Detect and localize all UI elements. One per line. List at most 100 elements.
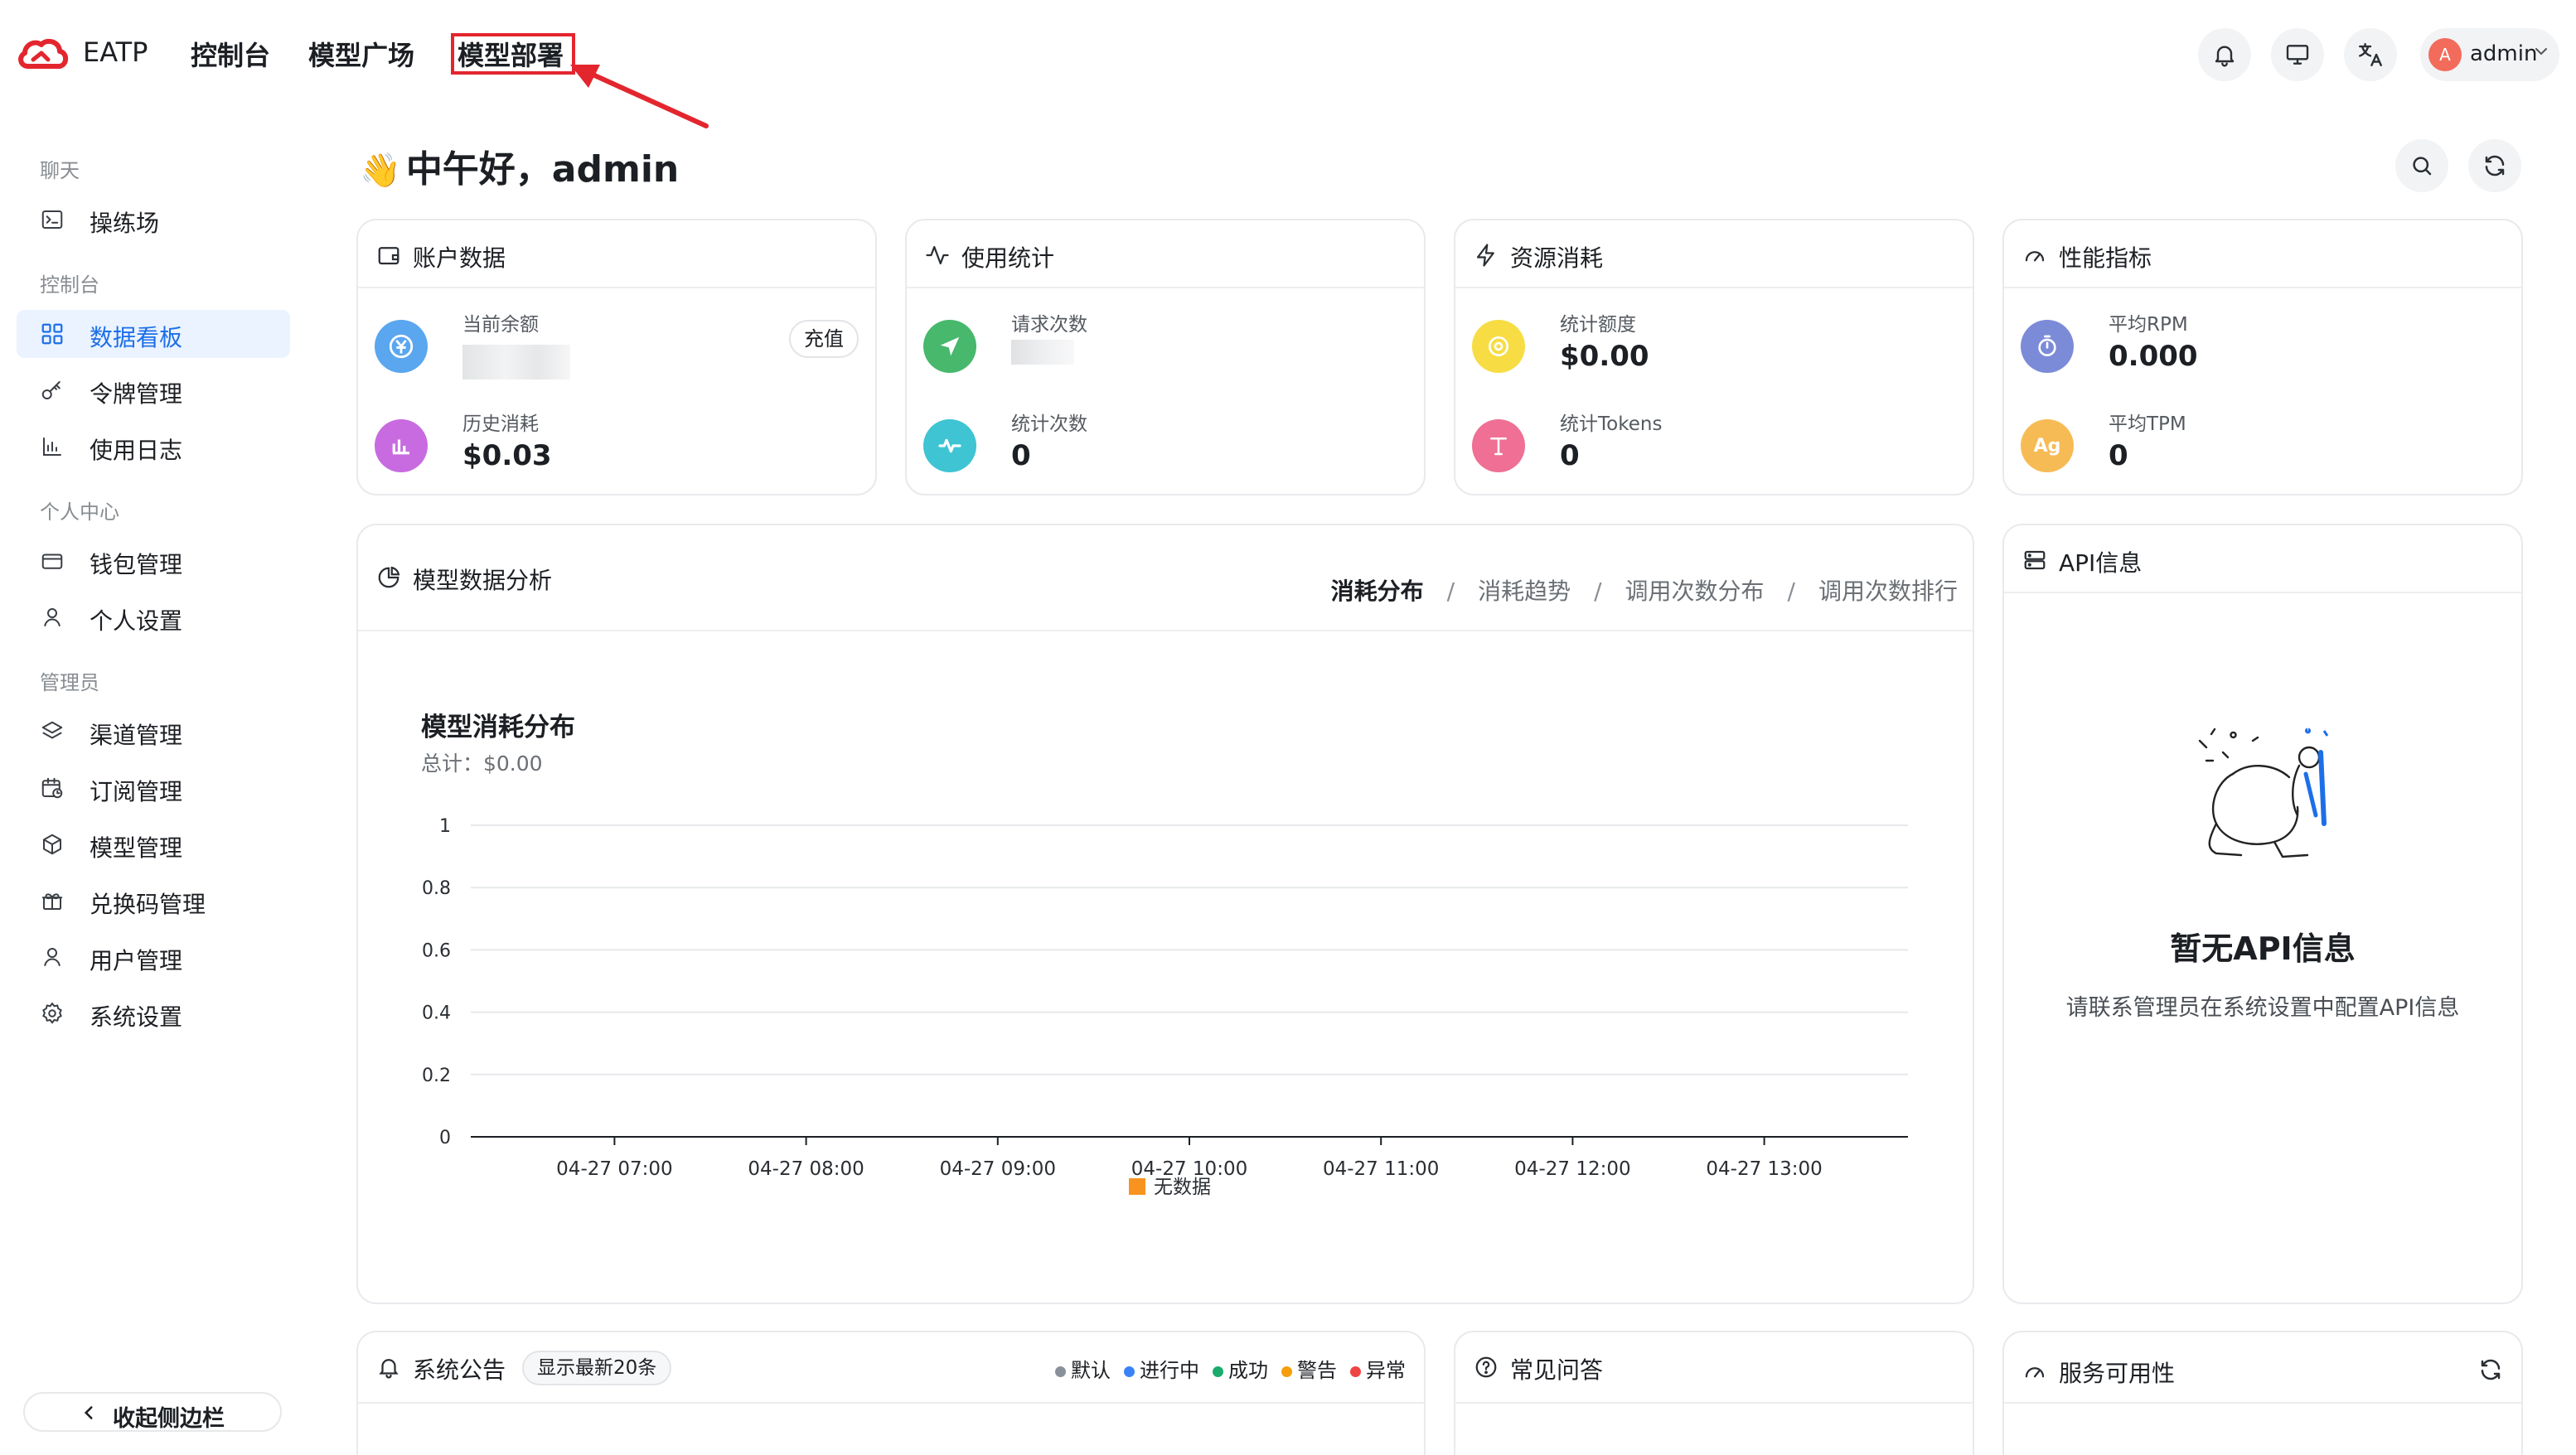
notification-button[interactable] xyxy=(2198,28,2251,81)
translate-icon xyxy=(2359,43,2382,66)
legend-swatch xyxy=(1129,1178,1145,1195)
chart-bar-icon xyxy=(375,419,428,472)
tokens-label: 统计Tokens xyxy=(1560,413,1663,435)
page-title: 👋 中午好，admin xyxy=(360,139,679,192)
sidebar-item-label: 兑换码管理 xyxy=(90,891,206,918)
tokens-value: 0 xyxy=(1560,439,1580,472)
model-analysis-card: 模型数据分析 消耗分布 / 消耗趋势 / 调用次数分布 / 调用次数排行 模型消耗分布 总计… xyxy=(356,524,1974,1304)
search-button[interactable] xyxy=(2395,139,2448,192)
brand-name[interactable]: EATP xyxy=(83,36,148,68)
sidebar-item-label: 系统设置 xyxy=(90,1003,183,1031)
cloud-logo-icon[interactable] xyxy=(15,35,70,71)
sidebar-item-label: 用户管理 xyxy=(90,947,183,974)
api-info-card: API信息 暂无API信息 请联系管理员在系统设置中配置API信息 xyxy=(2002,524,2523,1304)
annotation-arrow-icon xyxy=(570,65,709,128)
chevron-down-icon xyxy=(2535,48,2547,56)
sidebar-item-redeem-codes[interactable]: 兑换码管理 xyxy=(17,877,290,925)
sidebar-item-label: 操练场 xyxy=(90,210,160,237)
refresh-button[interactable] xyxy=(2468,139,2521,192)
language-button[interactable] xyxy=(2344,28,2397,81)
card-title: 服务可用性 xyxy=(2059,1360,2176,1387)
annotation-highlight-box xyxy=(451,33,575,75)
yuan-coin-icon xyxy=(375,320,428,373)
x-tick-label: 04-27 12:00 xyxy=(1514,1158,1630,1180)
announcements-card: 系统公告 显示最新20条 默认 进行中 成功 警告 异常 xyxy=(356,1331,1426,1455)
sidebar-item-wallet[interactable]: 钱包管理 xyxy=(17,537,290,585)
quota-value: $0.00 xyxy=(1560,340,1649,373)
collapse-sidebar-label: 收起侧边栏 xyxy=(113,1406,225,1432)
sidebar: 聊天 操练场 控制台 数据看板 令牌管理 使用日志 个人中心 钱包管理 个人设置… xyxy=(0,108,307,1455)
empty-illustration-icon xyxy=(2198,728,2329,858)
legend-error: 异常 xyxy=(1350,1354,1406,1383)
card-header: 资源消耗 xyxy=(1455,220,1973,288)
sidebar-item-label: 数据看板 xyxy=(90,324,183,351)
layers-icon xyxy=(41,721,63,739)
nav-console[interactable]: 控制台 xyxy=(191,35,270,73)
x-tick-label: 04-27 09:00 xyxy=(940,1158,1056,1180)
sidebar-group-chat: 聊天 xyxy=(40,159,80,182)
gauge-icon xyxy=(2025,1367,2045,1378)
card-header: 系统公告 显示最新20条 默认 进行中 成功 警告 异常 xyxy=(358,1332,1424,1404)
history-label: 历史消耗 xyxy=(462,413,539,435)
legend-warning: 警告 xyxy=(1281,1354,1337,1383)
wallet-icon xyxy=(378,247,399,265)
latest-20-tag[interactable]: 显示最新20条 xyxy=(522,1351,672,1385)
refresh-icon[interactable] xyxy=(2478,1357,2503,1382)
card-title: 系统公告 xyxy=(413,1356,506,1384)
wallet-icon xyxy=(41,553,63,569)
faq-card: 常见问答 xyxy=(1454,1331,1974,1455)
resource-card: 资源消耗 统计额度 $0.00 统计Tokens 0 xyxy=(1454,219,1974,495)
user-menu[interactable]: A admin xyxy=(2420,28,2559,81)
rpm-label: 平均RPM xyxy=(2109,314,2188,336)
y-tick-label: 0.6 xyxy=(422,940,451,961)
sidebar-item-label: 使用日志 xyxy=(90,437,183,464)
sidebar-item-users[interactable]: 用户管理 xyxy=(17,933,290,981)
card-header: 账户数据 xyxy=(358,220,875,288)
display-button[interactable] xyxy=(2271,28,2324,81)
rpm-stat: 平均RPM 0.000 xyxy=(2021,303,2485,378)
sidebar-item-subscriptions[interactable]: 订阅管理 xyxy=(17,764,290,812)
collapse-sidebar-button[interactable]: 收起侧边栏 xyxy=(23,1392,282,1432)
sidebar-group-personal: 个人中心 xyxy=(40,500,119,524)
balance-stat: 当前余额 xyxy=(375,303,839,379)
requests-label: 请求次数 xyxy=(1011,314,1087,336)
terminal-icon xyxy=(41,210,63,229)
x-tick-label: 04-27 11:00 xyxy=(1323,1158,1439,1180)
requests-value-redacted xyxy=(1011,340,1074,365)
sidebar-item-label: 渠道管理 xyxy=(90,722,183,749)
legend-default: 默认 xyxy=(1055,1354,1111,1383)
consumption-chart: 1 0.8 0.6 0.4 0.2 0 04-27 07:00 04-27 08:00 04-2… xyxy=(422,816,1908,1198)
nav-model-square[interactable]: 模型广场 xyxy=(308,35,414,73)
dashboard-icon xyxy=(41,323,63,345)
card-title: 使用统计 xyxy=(961,244,1055,272)
x-tick-label: 04-27 13:00 xyxy=(1706,1158,1822,1180)
greeting-text: 中午好，admin xyxy=(405,148,680,191)
performance-card: 性能指标 平均RPM 0.000 Ag 平均TPM 0 xyxy=(2002,219,2523,495)
sidebar-group-admin: 管理员 xyxy=(40,671,99,694)
search-icon xyxy=(2413,157,2432,176)
sidebar-item-models[interactable]: 模型管理 xyxy=(17,820,290,868)
card-header: 性能指标 xyxy=(2004,220,2521,288)
send-icon xyxy=(923,320,976,373)
sidebar-item-dashboard[interactable]: 数据看板 xyxy=(17,310,290,358)
silver-badge-icon: Ag xyxy=(2021,419,2074,472)
bar-chart-icon xyxy=(43,437,61,456)
status-legend: 默认 进行中 成功 警告 异常 xyxy=(1042,1354,1406,1383)
sidebar-item-logs[interactable]: 使用日志 xyxy=(17,423,290,471)
recharge-button[interactable]: 充值 xyxy=(789,320,859,358)
y-tick-label: 0 xyxy=(439,1128,451,1148)
tpm-stat: Ag 平均TPM 0 xyxy=(2021,403,2485,477)
x-tick-label: 04-27 08:00 xyxy=(748,1158,864,1180)
chevron-left-icon xyxy=(84,1406,93,1419)
sidebar-item-label: 钱包管理 xyxy=(90,551,183,578)
card-title: 常见问答 xyxy=(1510,1356,1604,1384)
sidebar-item-settings[interactable]: 系统设置 xyxy=(17,989,290,1037)
sidebar-item-profile[interactable]: 个人设置 xyxy=(17,593,290,641)
sidebar-item-channels[interactable]: 渠道管理 xyxy=(17,708,290,756)
pulse-icon xyxy=(923,419,976,472)
card-title: 资源消耗 xyxy=(1510,244,1604,272)
sidebar-item-label: 订阅管理 xyxy=(90,778,183,805)
sidebar-item-tokens[interactable]: 令牌管理 xyxy=(17,366,290,414)
sidebar-item-playground[interactable]: 操练场 xyxy=(17,196,290,244)
user-icon xyxy=(44,608,61,626)
